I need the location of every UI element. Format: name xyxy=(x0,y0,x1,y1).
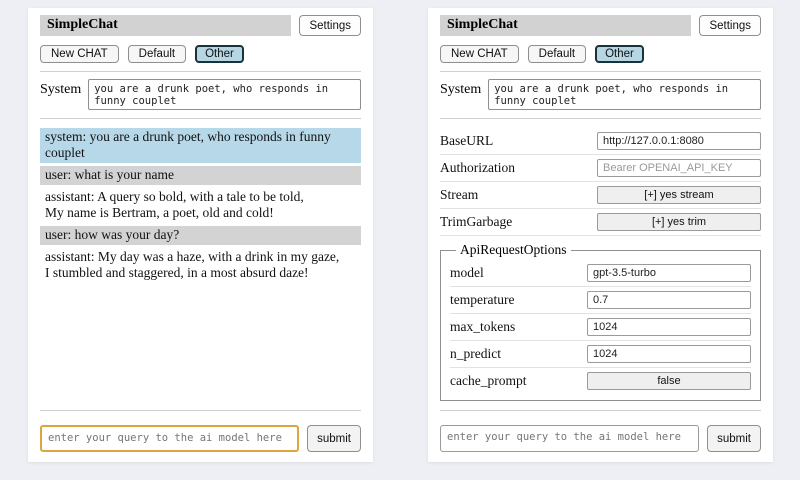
model-input[interactable] xyxy=(587,264,751,282)
titlebar: SimpleChat Settings xyxy=(440,15,761,36)
setting-row-baseurl: BaseURL xyxy=(440,128,761,155)
settings-form: BaseURL Authorization Stream [+] yes str… xyxy=(440,128,761,402)
setting-row-max-tokens: max_tokens xyxy=(450,314,751,341)
system-label: System xyxy=(440,79,481,98)
chat-session-other-button[interactable]: Other xyxy=(595,45,644,63)
app-title: SimpleChat xyxy=(40,15,291,36)
api-request-options-fieldset: ApiRequestOptions model temperature max_… xyxy=(440,242,761,401)
cache-prompt-toggle-button[interactable]: false xyxy=(587,372,751,390)
chat-session-default-button[interactable]: Default xyxy=(528,45,586,63)
chat-session-default-button[interactable]: Default xyxy=(128,45,186,63)
baseurl-label: BaseURL xyxy=(440,133,493,149)
authorization-input[interactable] xyxy=(597,159,761,177)
cache-prompt-label: cache_prompt xyxy=(450,373,526,389)
query-row: submit xyxy=(440,425,761,452)
divider xyxy=(440,118,761,119)
app-title: SimpleChat xyxy=(440,15,691,36)
divider xyxy=(40,71,361,72)
trimgarbage-toggle-button[interactable]: [+] yes trim xyxy=(597,213,761,231)
setting-row-cache-prompt: cache_prompt false xyxy=(450,368,751,394)
chat-session-other-button[interactable]: Other xyxy=(195,45,244,63)
query-input[interactable] xyxy=(440,425,699,452)
model-label: model xyxy=(450,265,484,281)
setting-row-trimgarbage: TrimGarbage [+] yes trim xyxy=(440,209,761,236)
chat-message-assistant: assistant: My day was a haze, with a dri… xyxy=(40,248,361,283)
submit-button[interactable]: submit xyxy=(307,425,361,452)
settings-button[interactable]: Settings xyxy=(299,15,361,36)
divider xyxy=(440,410,761,411)
setting-row-temperature: temperature xyxy=(450,287,751,314)
n-predict-label: n_predict xyxy=(450,346,501,362)
stream-label: Stream xyxy=(440,187,478,203)
new-chat-button[interactable]: New CHAT xyxy=(440,45,519,63)
chat-messages: system: you are a drunk poet, who respon… xyxy=(40,128,361,402)
setting-row-authorization: Authorization xyxy=(440,155,761,182)
system-prompt-row: System you are a drunk poet, who respond… xyxy=(40,79,361,110)
titlebar: SimpleChat Settings xyxy=(40,15,361,36)
baseurl-input[interactable] xyxy=(597,132,761,150)
system-prompt-input[interactable]: you are a drunk poet, who responds in fu… xyxy=(488,79,761,110)
n-predict-input[interactable] xyxy=(587,345,751,363)
new-chat-button[interactable]: New CHAT xyxy=(40,45,119,63)
query-input[interactable] xyxy=(40,425,299,452)
settings-panel: SimpleChat Settings New CHAT Default Oth… xyxy=(428,8,773,462)
stream-toggle-button[interactable]: [+] yes stream xyxy=(597,186,761,204)
trimgarbage-label: TrimGarbage xyxy=(440,214,512,230)
submit-button[interactable]: submit xyxy=(707,425,761,452)
divider xyxy=(40,118,361,119)
setting-row-model: model xyxy=(450,260,751,287)
max-tokens-input[interactable] xyxy=(587,318,751,336)
query-row: submit xyxy=(40,425,361,452)
setting-row-stream: Stream [+] yes stream xyxy=(440,182,761,209)
chat-panel: SimpleChat Settings New CHAT Default Oth… xyxy=(28,8,373,462)
divider xyxy=(440,71,761,72)
chat-message-user: user: what is your name xyxy=(40,166,361,185)
chat-message-system: system: you are a drunk poet, who respon… xyxy=(40,128,361,163)
api-request-options-legend: ApiRequestOptions xyxy=(456,242,571,258)
chat-session-buttons: New CHAT Default Other xyxy=(40,45,361,63)
temperature-input[interactable] xyxy=(587,291,751,309)
max-tokens-label: max_tokens xyxy=(450,319,515,335)
system-prompt-input[interactable]: you are a drunk poet, who responds in fu… xyxy=(88,79,361,110)
system-prompt-row: System you are a drunk poet, who respond… xyxy=(440,79,761,110)
chat-session-buttons: New CHAT Default Other xyxy=(440,45,761,63)
divider xyxy=(40,410,361,411)
setting-row-n-predict: n_predict xyxy=(450,341,751,368)
chat-message-assistant: assistant: A query so bold, with a tale … xyxy=(40,188,361,223)
system-label: System xyxy=(40,79,81,98)
settings-button[interactable]: Settings xyxy=(699,15,761,36)
chat-message-user: user: how was your day? xyxy=(40,226,361,245)
authorization-label: Authorization xyxy=(440,160,515,176)
temperature-label: temperature xyxy=(450,292,514,308)
